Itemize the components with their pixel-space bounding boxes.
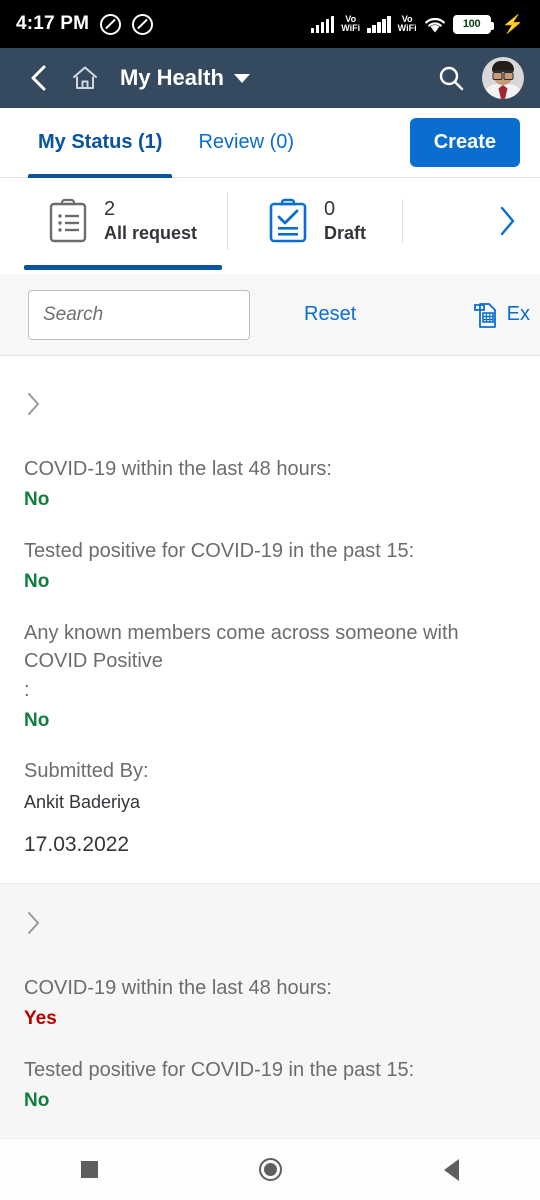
search-button[interactable] bbox=[428, 55, 474, 101]
question-label-colon: : bbox=[24, 678, 30, 701]
kpi-label: Draft bbox=[324, 222, 367, 243]
home-button[interactable] bbox=[62, 55, 108, 101]
battery-icon: 100 bbox=[452, 14, 494, 34]
chevron-left-icon bbox=[31, 65, 46, 91]
clipboard-list-icon bbox=[49, 198, 87, 243]
record-list-viewport[interactable]: COVID-19 within the last 48 hours: No Te… bbox=[0, 365, 540, 1138]
record-card[interactable]: COVID-19 within the last 48 hours: No Te… bbox=[0, 365, 540, 883]
volte-wifi-icon: Vo WiFi bbox=[341, 13, 361, 33]
question-label: Tested positive for COVID-19 in the past… bbox=[24, 539, 415, 562]
do-not-disturb-icon bbox=[100, 13, 122, 35]
tab-bar: My Status (1) Review (0) Create bbox=[0, 108, 540, 178]
reset-button[interactable]: Reset bbox=[304, 303, 356, 326]
tile-divider bbox=[402, 199, 404, 243]
charging-bolt-icon: ⚡ bbox=[501, 14, 524, 34]
carousel-scrollbar-thumb[interactable] bbox=[24, 265, 222, 270]
chevron-right-icon bbox=[28, 912, 39, 935]
submitted-by-label: Submitted By: bbox=[24, 760, 149, 783]
back-button[interactable] bbox=[16, 55, 62, 101]
question-label: COVID-19 within the last 48 hours: bbox=[24, 458, 332, 480]
expand-record-button[interactable] bbox=[24, 906, 516, 940]
kpi-tile-all-request[interactable]: 2 All request bbox=[8, 192, 227, 250]
avatar[interactable] bbox=[482, 57, 524, 99]
page-title: My Health bbox=[120, 65, 224, 90]
kpi-count: 2 bbox=[104, 197, 116, 220]
triangle-back-icon[interactable] bbox=[444, 1158, 460, 1181]
status-bar-right: Vo WiFi Vo WiFi 100 ⚡ bbox=[310, 13, 524, 34]
answer-value: No bbox=[24, 489, 50, 511]
kpi-count: 0 bbox=[324, 197, 336, 220]
create-button[interactable]: Create bbox=[409, 118, 520, 167]
question-label: Tested positive for COVID-19 in the past… bbox=[24, 1058, 415, 1081]
expand-record-button[interactable] bbox=[24, 387, 516, 421]
kpi-tile-text: 0 Draft bbox=[324, 197, 366, 245]
export-button[interactable]: Ex bbox=[473, 301, 530, 329]
kpi-carousel-next-button[interactable] bbox=[482, 204, 532, 238]
tab-review-label: Review (0) bbox=[198, 131, 295, 153]
kpi-label: All request bbox=[104, 222, 198, 243]
status-bar-left: 4:17 PM bbox=[16, 13, 154, 35]
tab-my-status-label: My Status (1) bbox=[38, 131, 163, 153]
search-icon bbox=[439, 66, 463, 90]
android-nav-bar bbox=[0, 1138, 540, 1200]
kpi-tile-carousel[interactable]: 2 All request 0 Draft bbox=[0, 178, 540, 274]
search-field[interactable] bbox=[28, 289, 290, 340]
app-title-dropdown[interactable]: My Health bbox=[120, 65, 428, 91]
search-input[interactable] bbox=[43, 303, 290, 326]
question-label: Any known members come across someone wi… bbox=[24, 621, 459, 673]
filter-toolbar: Reset Ex bbox=[0, 274, 540, 356]
answer-value: Yes bbox=[24, 1008, 57, 1030]
caret-down-icon bbox=[233, 73, 250, 83]
app-header: My Health bbox=[0, 48, 540, 108]
export-label: Ex bbox=[506, 303, 530, 325]
signal-bars-icon bbox=[367, 15, 391, 33]
spreadsheet-export-icon bbox=[473, 302, 496, 328]
answer-value: No bbox=[24, 709, 50, 731]
kpi-tile-draft[interactable]: 0 Draft bbox=[227, 192, 396, 250]
square-recents-icon[interactable] bbox=[80, 1161, 98, 1178]
submitted-date: 17.03.2022 bbox=[24, 832, 130, 856]
kpi-tile-list: 2 All request 0 Draft bbox=[0, 178, 540, 264]
clipboard-check-icon bbox=[269, 198, 307, 243]
question-label: COVID-19 within the last 48 hours: bbox=[24, 977, 332, 1000]
kpi-tile-text: 2 All request bbox=[104, 197, 197, 245]
signal-bars-icon bbox=[310, 15, 335, 33]
carousel-scrollbar[interactable] bbox=[0, 265, 540, 270]
submitted-by-name: Ankit Baderiya bbox=[24, 792, 141, 813]
wifi-icon bbox=[424, 16, 446, 33]
answer-value: No bbox=[24, 571, 50, 593]
tab-my-status[interactable]: My Status (1) bbox=[20, 108, 180, 178]
do-not-disturb-icon bbox=[132, 13, 154, 35]
status-bar-clock: 4:17 PM bbox=[16, 13, 90, 34]
home-icon bbox=[73, 66, 97, 89]
status-bar: 4:17 PM Vo WiFi Vo WiFi 100 ⚡ bbox=[0, 0, 540, 48]
chevron-right-icon bbox=[500, 206, 515, 236]
answer-value: No bbox=[24, 1090, 50, 1112]
record-list: COVID-19 within the last 48 hours: No Te… bbox=[0, 365, 540, 1138]
record-card[interactable]: COVID-19 within the last 48 hours: Yes T… bbox=[0, 883, 540, 1138]
circle-home-icon[interactable] bbox=[259, 1158, 283, 1181]
tab-review[interactable]: Review (0) bbox=[180, 108, 312, 178]
volte-wifi-icon: Vo WiFi bbox=[397, 13, 417, 33]
chevron-right-icon bbox=[28, 393, 39, 415]
